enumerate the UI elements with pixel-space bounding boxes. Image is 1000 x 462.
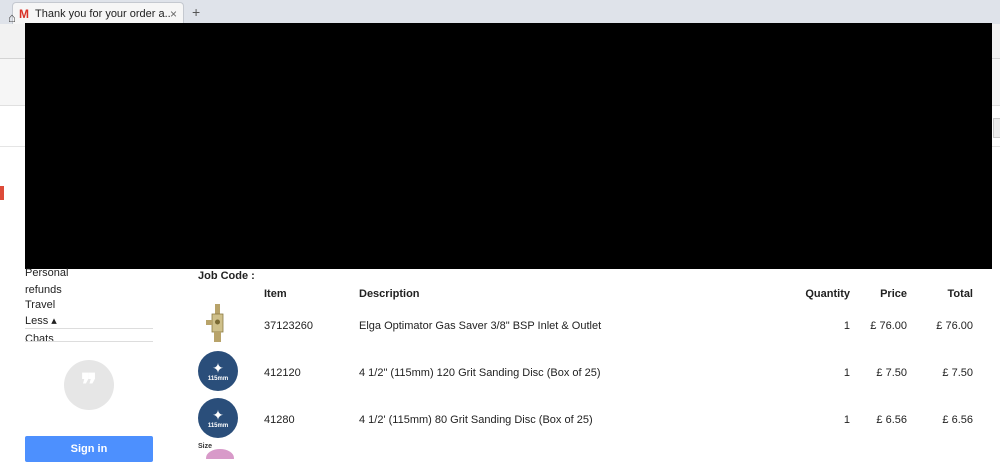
row-3-item: 41280	[264, 414, 295, 426]
redacted-area	[25, 23, 992, 269]
scroll-control[interactable]	[993, 118, 1000, 138]
column-header-description: Description	[359, 288, 420, 300]
column-header-quantity: Quantity	[805, 288, 850, 300]
row-2-quantity: 1	[843, 367, 850, 379]
row-1-item: 37123260	[264, 320, 313, 332]
tab-title: Thank you for your order a...	[35, 7, 170, 20]
sidebar-item-less[interactable]: Less ▴	[25, 314, 57, 327]
column-header-item: Item	[264, 288, 287, 300]
column-header-price: Price	[880, 288, 907, 300]
product-thumbnail-icon	[206, 449, 234, 459]
row-3-description: 4 1/2' (115mm) 80 Grit Sanding Disc (Box…	[359, 414, 593, 426]
sidebar-item-travel[interactable]: Travel	[25, 299, 55, 311]
column-header-total: Total	[947, 288, 973, 300]
row-3-quantity: 1	[843, 414, 850, 426]
compose-accent	[0, 186, 4, 200]
row-2-price: £ 7.50	[876, 367, 907, 379]
browser-tab[interactable]: M Thank you for your order a... ×	[12, 2, 184, 24]
row-3-total: £ 6.56	[942, 414, 973, 426]
row-1-total: £ 76.00	[936, 320, 973, 332]
row-2-total: £ 7.50	[942, 367, 973, 379]
sign-in-button[interactable]: Sign in	[25, 436, 153, 462]
row-2-item: 412120	[264, 367, 301, 379]
sidebar-divider	[25, 341, 153, 342]
close-icon[interactable]: ×	[170, 7, 177, 21]
sidebar-divider	[25, 328, 153, 329]
gmail-icon: M	[19, 6, 29, 21]
sanding-disc-icon: ✦ 115mm	[198, 398, 238, 438]
gas-saver-icon	[206, 304, 224, 342]
sidebar-item-personal[interactable]: Personal	[25, 267, 68, 279]
disc-size-label: 115mm	[207, 422, 229, 429]
row-1-price: £ 76.00	[870, 320, 907, 332]
new-tab-button[interactable]: +	[192, 4, 200, 20]
sidebar-item-chats[interactable]: Chats	[25, 333, 54, 345]
home-icon[interactable]: ⌂	[8, 10, 16, 25]
hangouts-icon: ❞	[64, 360, 114, 410]
row-1-description: Elga Optimator Gas Saver 3/8" BSP Inlet …	[359, 320, 602, 332]
row-3-price: £ 6.56	[876, 414, 907, 426]
job-code-label: Job Code :	[198, 270, 255, 282]
sidebar-item-refunds[interactable]: refunds	[25, 284, 62, 296]
disc-size-label: 115mm	[207, 375, 229, 382]
row-2-description: 4 1/2" (115mm) 120 Grit Sanding Disc (Bo…	[359, 367, 601, 379]
sanding-disc-icon: ✦ 115mm	[198, 351, 238, 391]
row-1-quantity: 1	[843, 320, 850, 332]
